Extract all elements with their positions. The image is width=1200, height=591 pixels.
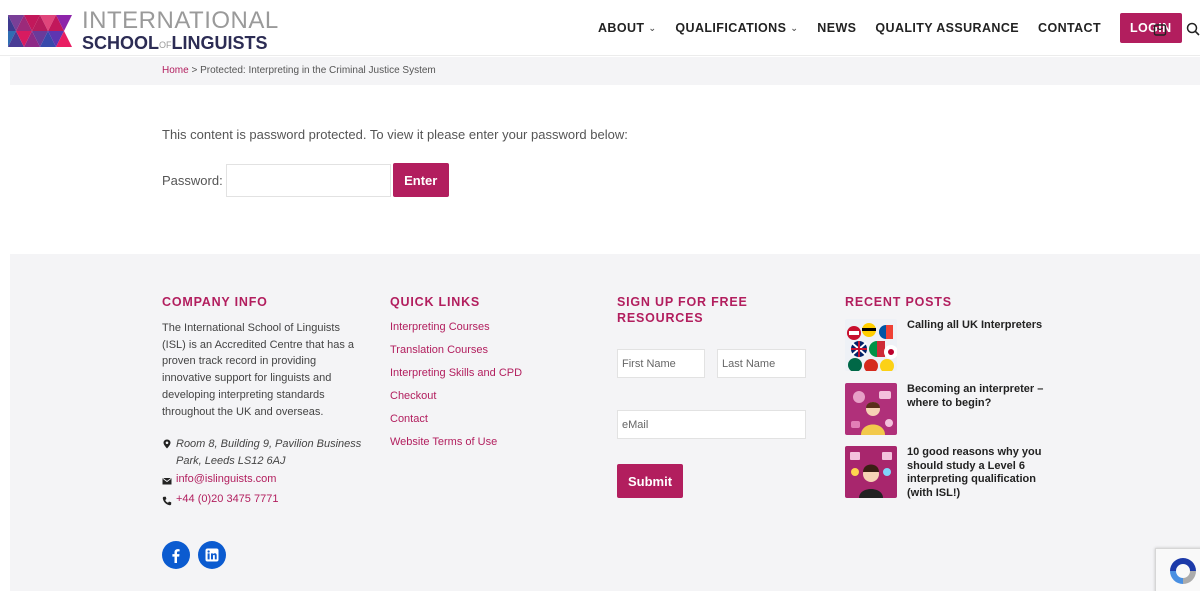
quick-links-title: QUICK LINKS — [390, 295, 481, 309]
password-form: Password: Enter — [162, 163, 449, 197]
recaptcha-icon — [1170, 558, 1196, 584]
facebook-glyph-icon — [172, 549, 180, 563]
site-logo[interactable]: INTERNATIONAL SCHOOLOFLINGUISTS — [8, 9, 279, 52]
quick-link-checkout[interactable]: Checkout — [390, 390, 436, 402]
logo-mark-icon — [8, 14, 72, 47]
quick-link-interpreting-courses[interactable]: Interpreting Courses — [390, 321, 490, 333]
email-line: info@islinguists.com — [162, 473, 276, 486]
breadcrumb-current: Protected: Interpreting in the Criminal … — [200, 65, 436, 76]
recent-post-item[interactable]: Calling all UK Interpreters — [845, 319, 1057, 371]
post-thumbnail-flags[interactable] — [845, 319, 897, 371]
recent-post-item[interactable]: Becoming an interpreter – where to begin… — [845, 383, 1057, 435]
password-label: Password: — [162, 172, 223, 188]
company-email-link[interactable]: info@islinguists.com — [176, 473, 276, 485]
post-title-link[interactable]: Calling all UK Interpreters — [907, 319, 1057, 371]
company-description: The International School of Linguists (I… — [162, 322, 354, 418]
submit-button[interactable]: Submit — [617, 464, 683, 498]
main-nav: ABOUT ⌄ QUALIFICATIONS ⌄ NEWS QUALITY AS… — [598, 0, 1182, 56]
chevron-down-icon: ⌄ — [790, 22, 799, 33]
breadcrumb: Home > Protected: Interpreting in the Cr… — [162, 65, 436, 76]
nav-quality-assurance[interactable]: QUALITY ASSURANCE — [875, 21, 1019, 35]
signup-title-line-1: SIGN UP FOR FREE — [617, 295, 748, 309]
site-footer: COMPANY INFO The International School of… — [10, 254, 1200, 591]
nav-quality-assurance-label: QUALITY ASSURANCE — [875, 21, 1020, 35]
post-title-link[interactable]: Becoming an interpreter – where to begin… — [907, 383, 1057, 435]
nav-news[interactable]: NEWS — [817, 21, 856, 35]
nav-contact-label: CONTACT — [1038, 21, 1101, 35]
search-icon[interactable] — [1186, 22, 1200, 36]
site-header: INTERNATIONAL SCHOOLOFLINGUISTS ABOUT ⌄ … — [0, 0, 1200, 56]
company-info-title: COMPANY INFO — [162, 295, 268, 309]
nav-about[interactable]: ABOUT ⌄ — [598, 21, 656, 35]
breadcrumb-home-link[interactable]: Home — [162, 65, 189, 76]
recent-post-item[interactable]: 10 good reasons why you should study a L… — [845, 446, 1057, 500]
company-address: Room 8, Building 9, Pavilion Business Pa… — [176, 438, 362, 467]
post-title-link[interactable]: 10 good reasons why you should study a L… — [907, 446, 1057, 500]
enter-button[interactable]: Enter — [392, 163, 449, 197]
phone-icon — [162, 496, 172, 506]
nav-qualifications-label: QUALIFICATIONS — [675, 21, 787, 35]
logo-text: INTERNATIONAL SCHOOLOFLINGUISTS — [82, 7, 279, 53]
quick-link-terms-of-use[interactable]: Website Terms of Use — [390, 436, 497, 448]
facebook-icon[interactable] — [162, 541, 190, 569]
logo-word-linguists: LINGUISTS — [171, 33, 268, 53]
post-thumbnail-interpreter[interactable] — [845, 383, 897, 435]
map-pin-icon — [163, 439, 171, 449]
breadcrumb-separator: > — [188, 65, 201, 76]
breadcrumb-bar: Home > Protected: Interpreting in the Cr… — [10, 57, 1200, 85]
chevron-down-icon: ⌄ — [648, 22, 657, 33]
phone-line: +44 (0)20 3475 7771 — [162, 493, 278, 506]
quick-link-contact[interactable]: Contact — [390, 413, 428, 425]
envelope-icon — [162, 477, 172, 485]
logo-word-school: SCHOOL — [82, 33, 160, 53]
email-input[interactable]: eMail — [617, 410, 806, 439]
post-thumbnail-reasons[interactable] — [845, 446, 897, 498]
address-line: Room 8, Building 9, Pavilion Business Pa… — [162, 436, 366, 469]
nav-qualifications[interactable]: QUALIFICATIONS ⌄ — [675, 21, 798, 35]
last-name-input[interactable]: Last Name — [717, 349, 806, 378]
nav-contact[interactable]: CONTACT — [1038, 21, 1101, 35]
password-protected-message: This content is password protected. To v… — [162, 127, 628, 142]
linkedin-icon[interactable] — [198, 541, 226, 569]
recent-posts-title: RECENT POSTS — [845, 295, 952, 309]
login-button[interactable]: LOGIN — [1120, 13, 1182, 43]
quick-link-interpreting-skills-cpd[interactable]: Interpreting Skills and CPD — [390, 367, 522, 379]
first-name-input[interactable]: First Name — [617, 349, 705, 378]
password-input[interactable] — [225, 163, 391, 197]
nav-about-label: ABOUT — [598, 21, 645, 35]
logo-line-1: INTERNATIONAL — [82, 7, 279, 34]
logo-line-2: SCHOOLOFLINGUISTS — [82, 34, 279, 52]
recaptcha-badge[interactable] — [1155, 548, 1200, 591]
logo-word-of: OF — [159, 40, 172, 50]
cart-icon[interactable] — [1153, 22, 1167, 36]
signup-title: SIGN UP FOR FREE RESOURCES — [617, 294, 748, 326]
linkedin-glyph-icon — [205, 548, 219, 562]
nav-news-label: NEWS — [817, 21, 857, 35]
company-phone-link[interactable]: +44 (0)20 3475 7771 — [176, 493, 278, 505]
quick-link-translation-courses[interactable]: Translation Courses — [390, 344, 488, 356]
signup-title-line-2: RESOURCES — [617, 311, 704, 325]
